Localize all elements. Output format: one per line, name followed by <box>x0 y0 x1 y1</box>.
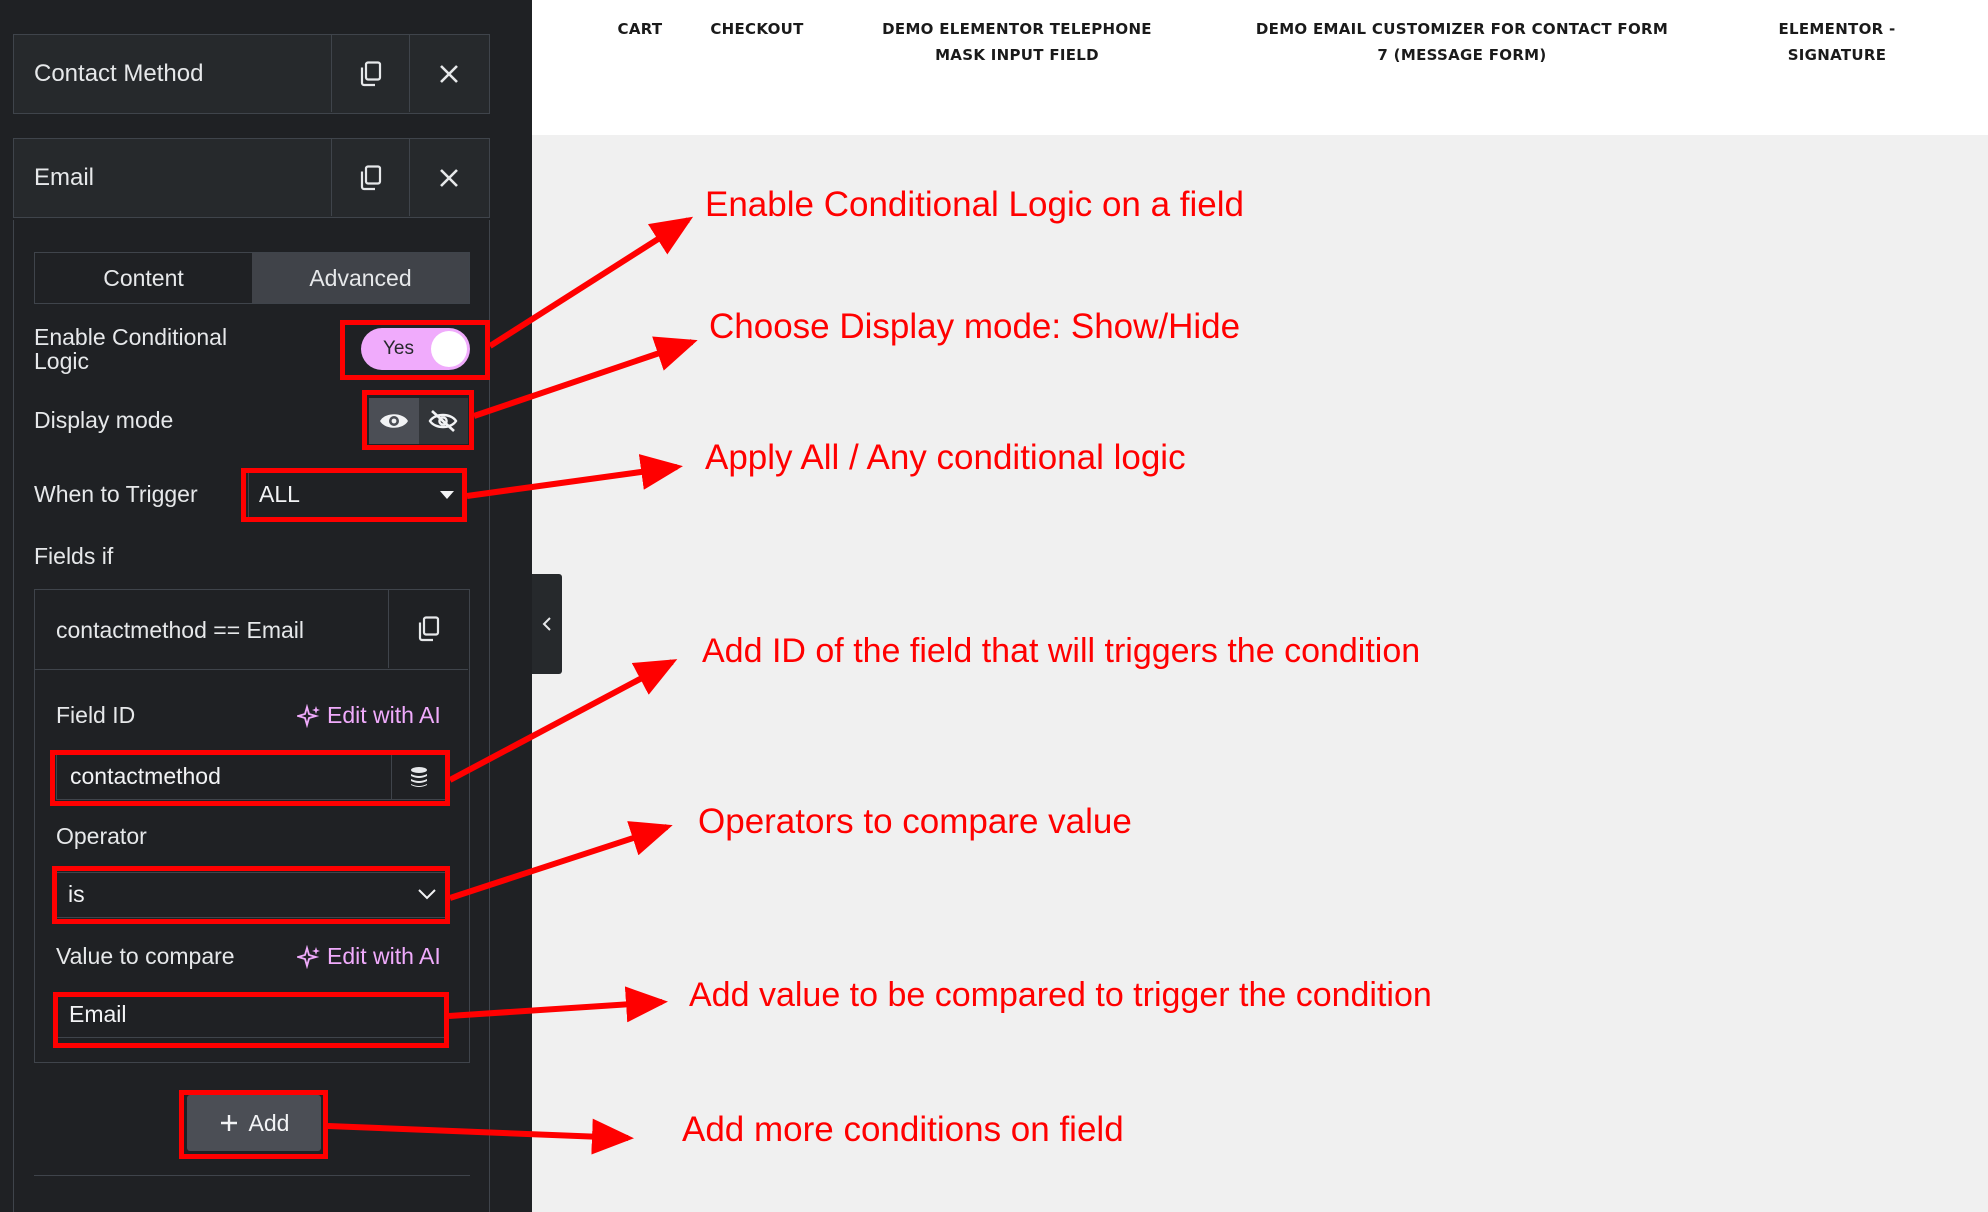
annotation-field-id: Add ID of the field that will triggers t… <box>702 632 1421 670</box>
annotation-enable-conditional: Enable Conditional Logic on a field <box>705 185 1244 224</box>
annotation-value-to-compare: Add value to be compared to trigger the … <box>689 976 1432 1014</box>
annotation-add-more: Add more conditions on field <box>682 1110 1124 1149</box>
annotation-operators: Operators to compare value <box>698 802 1132 841</box>
annotation-display-mode: Choose Display mode: Show/Hide <box>709 307 1241 346</box>
annotation-apply-all-any: Apply All / Any conditional logic <box>705 438 1186 477</box>
annotation-arrows <box>327 216 698 1155</box>
